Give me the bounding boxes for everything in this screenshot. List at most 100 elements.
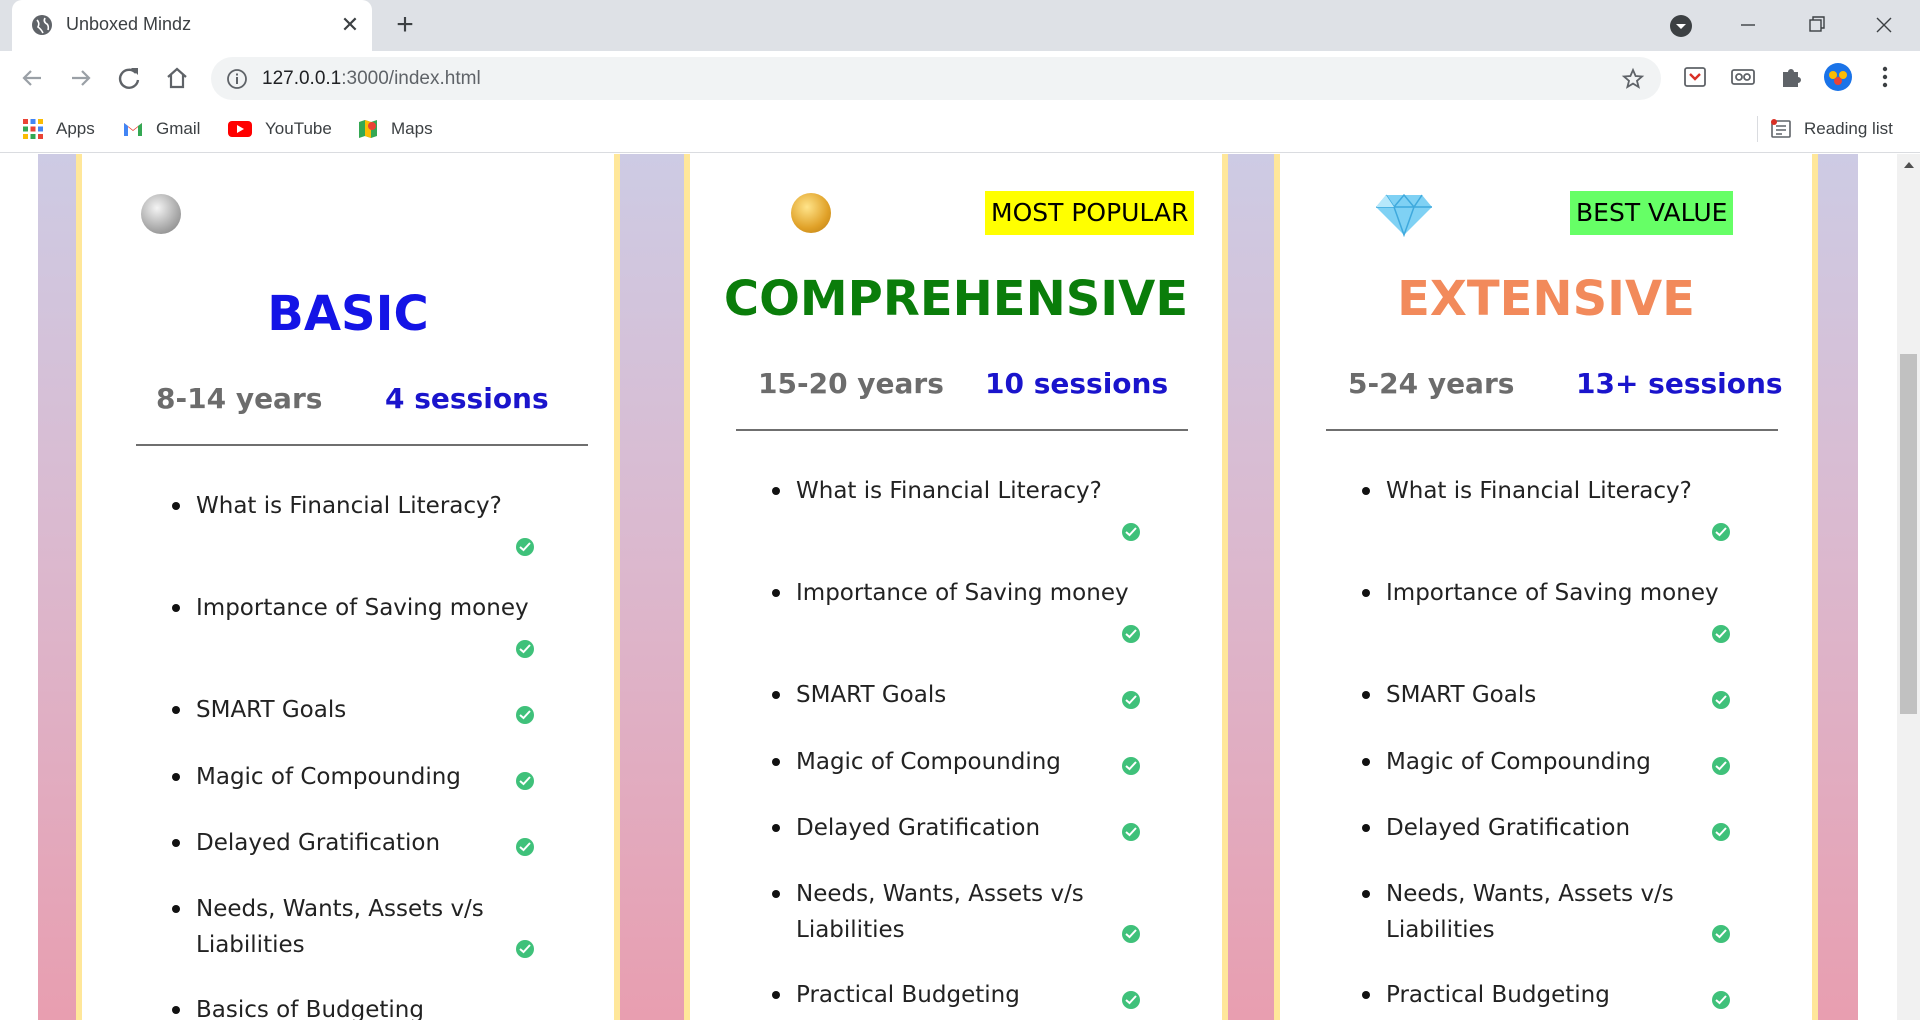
- most-popular-badge: MOST POPULAR: [985, 191, 1195, 235]
- close-tab-icon[interactable]: ✕: [337, 12, 363, 38]
- browser-toolbar: 127.0.0.1:3000/index.html: [0, 51, 1920, 106]
- feature-item: What is Financial Literacy?: [1386, 478, 1692, 504]
- gold-coin-icon: [791, 193, 831, 233]
- forward-icon[interactable]: [66, 63, 96, 93]
- feature-item: What is Financial Literacy?: [796, 478, 1102, 504]
- minimize-icon[interactable]: [1724, 8, 1772, 42]
- plan-card-basic: BASIC 8-14 years 4 sessions What is Fina…: [76, 154, 620, 1020]
- check-icon: [1712, 925, 1730, 943]
- gmail-icon: [124, 123, 142, 136]
- feature-item: Delayed Gratification: [796, 815, 1041, 841]
- plan-title: BASIC: [267, 286, 429, 342]
- plan-card-extensive: BEST VALUE EXTENSIVE 5-24 years 13+ sess…: [1274, 154, 1818, 1020]
- tab-strip: Unboxed Mindz ✕ +: [0, 0, 1920, 51]
- list-bullet: [772, 691, 780, 699]
- bookmark-star-icon[interactable]: [1621, 67, 1645, 91]
- window-close-icon[interactable]: [1860, 8, 1908, 42]
- globe-icon: [32, 15, 52, 35]
- feature-item: Delayed Gratification: [196, 830, 441, 856]
- list-bullet: [772, 824, 780, 832]
- feature-item-continued: Liabilities: [196, 932, 305, 958]
- plan-age-range: 5-24 years: [1348, 367, 1515, 400]
- card-divider: [736, 429, 1188, 431]
- list-bullet: [1362, 890, 1370, 898]
- restore-icon[interactable]: [1792, 8, 1840, 42]
- check-icon: [516, 940, 534, 958]
- info-icon[interactable]: [226, 68, 248, 90]
- feature-item: What is Financial Literacy?: [196, 493, 502, 519]
- extensions-puzzle-icon[interactable]: [1776, 62, 1806, 92]
- check-icon: [1712, 625, 1730, 643]
- feature-item: Needs, Wants, Assets v/s: [196, 896, 484, 922]
- check-icon: [516, 838, 534, 856]
- list-bullet: [772, 758, 780, 766]
- bookmark-gmail[interactable]: Gmail: [122, 116, 200, 142]
- bookmark-maps-label: Maps: [391, 119, 433, 138]
- check-icon: [1122, 823, 1140, 841]
- check-icon: [516, 640, 534, 658]
- check-icon: [1122, 757, 1140, 775]
- bookmarks-separator: [1757, 116, 1758, 142]
- feature-item: SMART Goals: [196, 697, 347, 723]
- check-icon: [1122, 691, 1140, 709]
- pocket-extension-icon[interactable]: [1680, 62, 1710, 92]
- bookmark-gmail-label: Gmail: [156, 119, 201, 138]
- plan-title: COMPREHENSIVE: [723, 271, 1189, 327]
- check-icon: [516, 772, 534, 790]
- feature-item: Practical Budgeting: [796, 982, 1020, 1008]
- list-bullet: [172, 839, 180, 847]
- list-bullet: [1362, 589, 1370, 597]
- list-bullet: [1362, 991, 1370, 999]
- feature-item: Needs, Wants, Assets v/s: [796, 881, 1084, 907]
- bookmark-youtube-label: YouTube: [265, 119, 332, 138]
- card-divider: [1326, 429, 1778, 431]
- plan-sessions: 13+ sessions: [1576, 367, 1783, 400]
- plan-age-range: 8-14 years: [156, 382, 323, 415]
- back-icon[interactable]: [17, 63, 47, 93]
- feature-item: Magic of Compounding: [1386, 749, 1651, 775]
- list-bullet: [172, 1006, 180, 1014]
- feature-item-continued: Liabilities: [1386, 917, 1495, 943]
- scroll-thumb[interactable]: [1900, 354, 1917, 714]
- youtube-icon: [228, 121, 252, 137]
- chrome-menu-icon[interactable]: [1870, 62, 1900, 92]
- silver-coin-icon: [141, 194, 181, 234]
- diamond-icon: [1376, 193, 1432, 237]
- bookmark-apps-label: Apps: [56, 119, 95, 138]
- list-bullet: [772, 487, 780, 495]
- page-scrollbar[interactable]: [1897, 154, 1920, 1020]
- page-viewport: BASIC 8-14 years 4 sessions What is Fina…: [0, 154, 1897, 1020]
- check-icon: [1712, 991, 1730, 1009]
- reload-icon[interactable]: [114, 63, 144, 93]
- plan-sessions: 10 sessions: [985, 367, 1169, 400]
- card-divider: [136, 444, 588, 446]
- reader-mode-icon[interactable]: [1728, 62, 1758, 92]
- check-icon: [1122, 925, 1140, 943]
- new-tab-button[interactable]: +: [388, 9, 422, 43]
- feature-item: Importance of Saving money: [796, 580, 1129, 606]
- maps-icon: [359, 120, 377, 138]
- list-bullet: [772, 589, 780, 597]
- list-bullet: [172, 706, 180, 714]
- reading-list-button[interactable]: Reading list: [1770, 116, 1893, 142]
- home-icon[interactable]: [162, 63, 192, 93]
- feature-item: Magic of Compounding: [796, 749, 1061, 775]
- list-bullet: [172, 604, 180, 612]
- bookmark-apps[interactable]: Apps: [22, 116, 95, 142]
- url-text[interactable]: 127.0.0.1:3000/index.html: [262, 68, 481, 90]
- tab-search-icon[interactable]: [1668, 13, 1694, 39]
- plan-age-range: 15-20 years: [758, 367, 944, 400]
- list-bullet: [772, 991, 780, 999]
- check-icon: [1122, 991, 1140, 1009]
- plan-card-comprehensive: MOST POPULAR COMPREHENSIVE 15-20 years 1…: [684, 154, 1228, 1020]
- bookmark-youtube[interactable]: YouTube: [227, 116, 332, 142]
- profile-avatar-icon[interactable]: [1823, 62, 1853, 92]
- bookmark-maps[interactable]: Maps: [357, 116, 433, 142]
- browser-tab[interactable]: Unboxed Mindz ✕: [12, 0, 372, 51]
- address-bar[interactable]: 127.0.0.1:3000/index.html: [211, 57, 1661, 100]
- check-icon: [516, 538, 534, 556]
- check-icon: [1712, 757, 1730, 775]
- reading-list-label: Reading list: [1804, 119, 1893, 138]
- bookmarks-bar: Apps Gmail YouTube Maps Reading list: [0, 106, 1920, 153]
- scroll-up-arrow-icon[interactable]: [1904, 162, 1914, 168]
